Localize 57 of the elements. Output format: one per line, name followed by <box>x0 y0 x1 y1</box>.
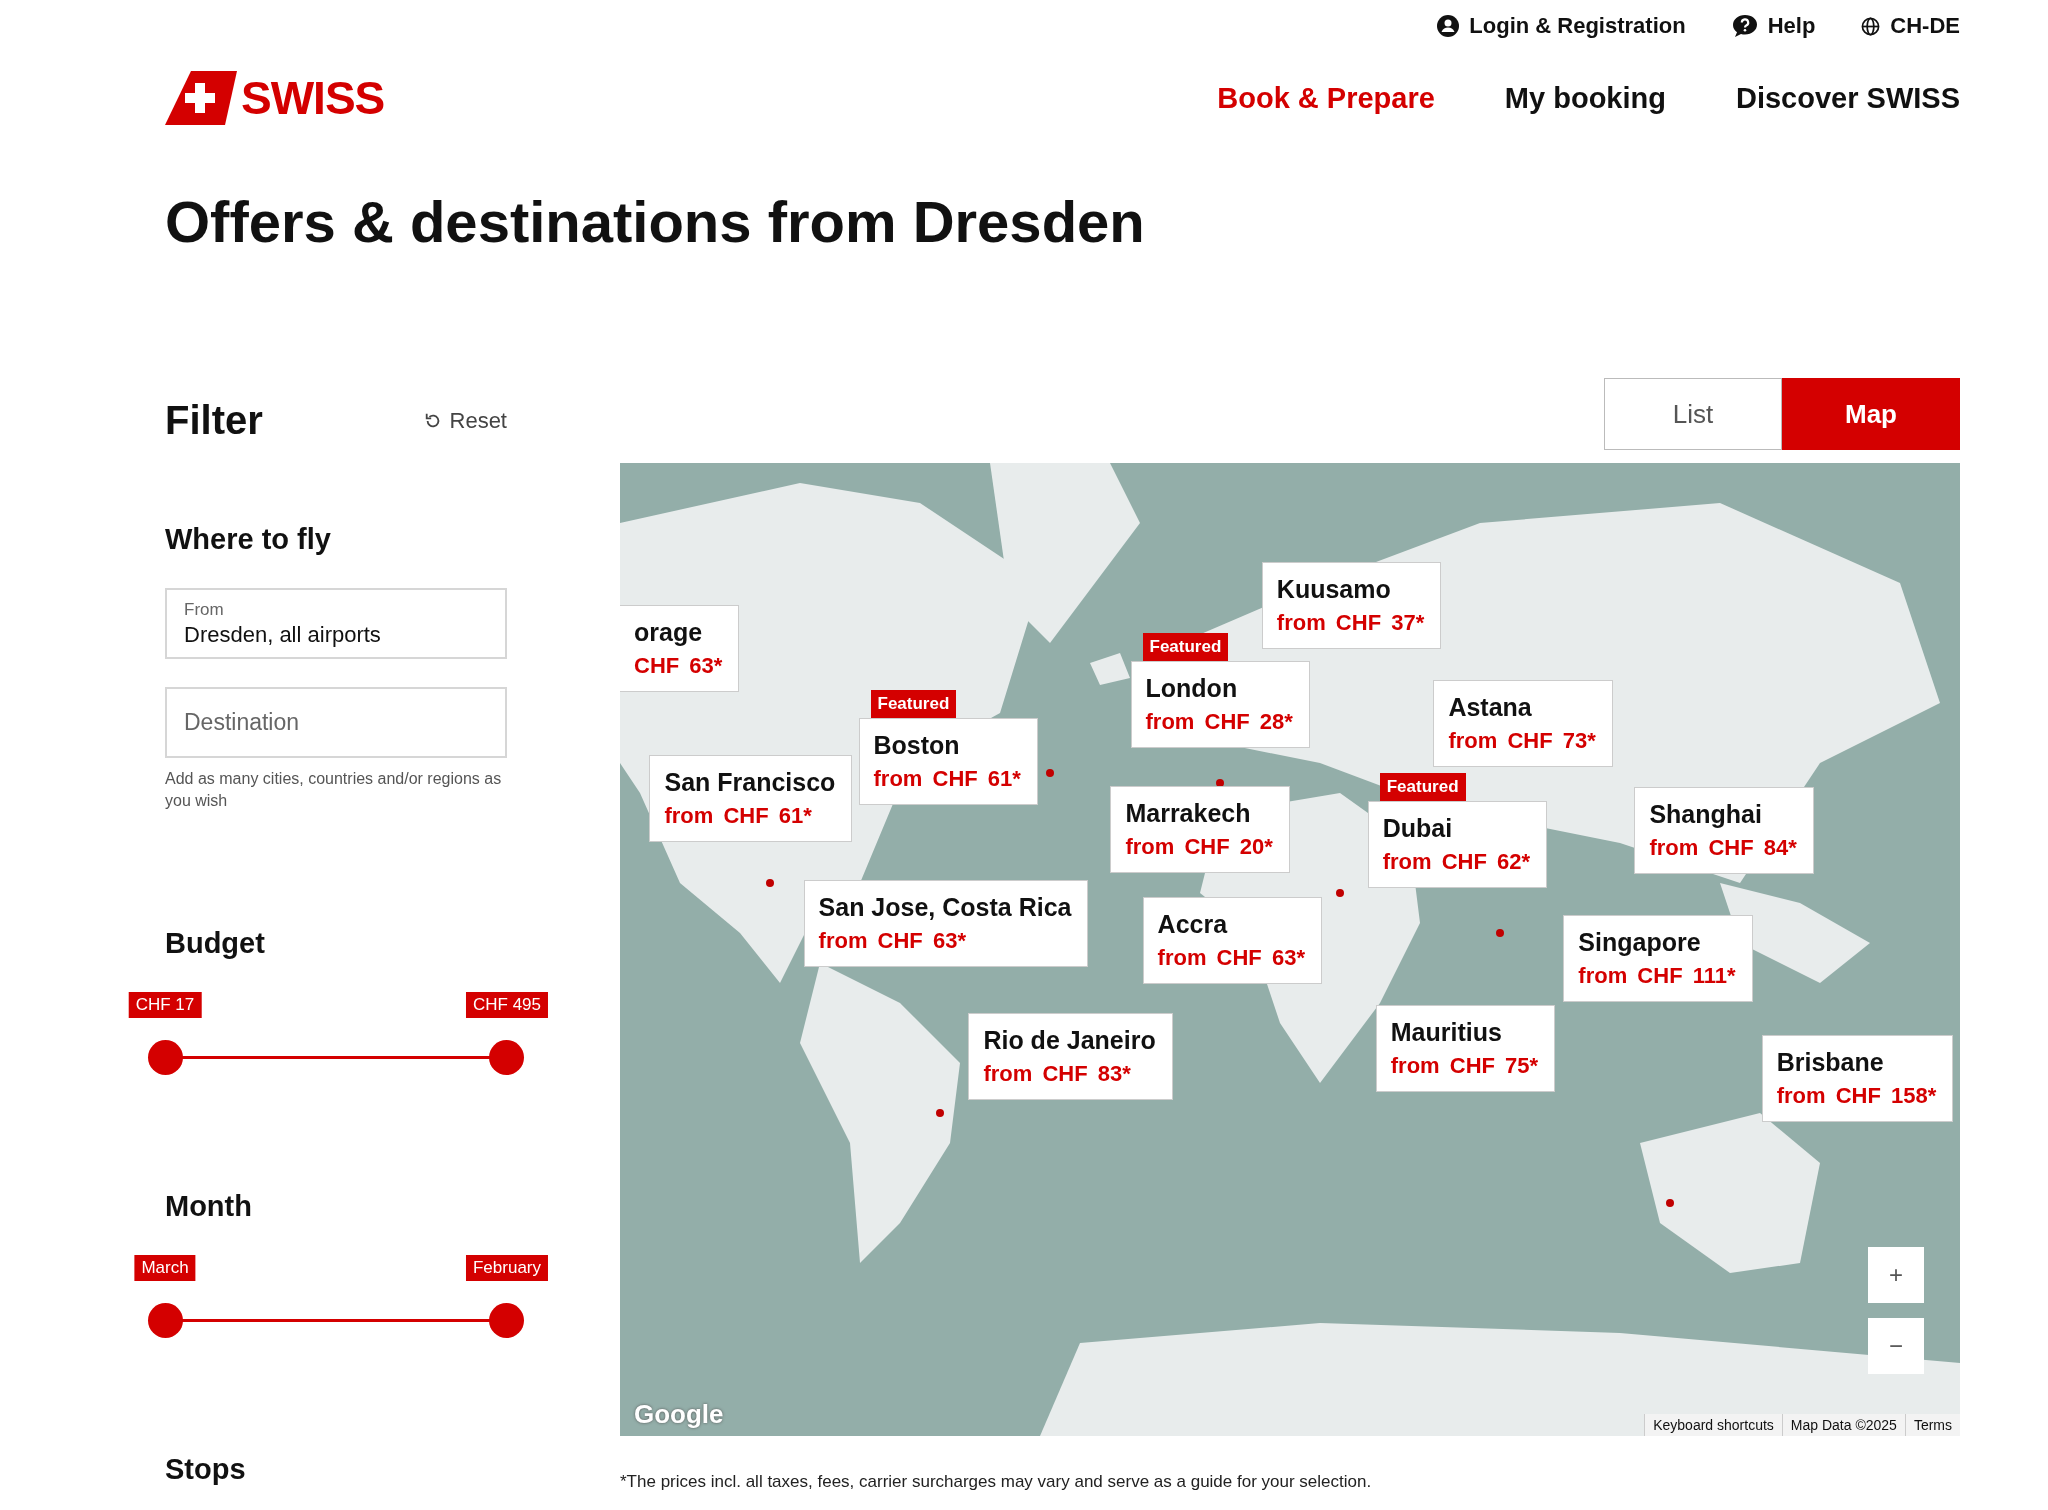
destination-marker[interactable]: San Jose, Costa Rica from CHF 63* <box>803 880 1089 968</box>
destination-marker[interactable]: Mauritius from CHF 75* <box>1375 1004 1556 1092</box>
user-icon <box>1437 15 1460 37</box>
section-heading: Where to fly <box>165 523 332 556</box>
destination-marker[interactable]: Boston from CHF 61* <box>858 717 1038 805</box>
destination-field[interactable]: Destination <box>165 687 507 758</box>
map-provider-logo: Google <box>634 1399 724 1430</box>
reset-icon <box>423 411 442 430</box>
range-start-label: CHF 17 <box>128 992 202 1018</box>
slider-handle[interactable] <box>148 1040 183 1075</box>
range-end-label: CHF 495 <box>466 992 548 1018</box>
hint-text: Add as many cities, countries and/or regions as you wish <box>165 769 503 811</box>
utility-link[interactable]: Login & Registration <box>1437 12 1686 40</box>
featured-badge: Featured <box>870 689 957 718</box>
featured-badge: Featured <box>1142 633 1229 662</box>
zoom-out-button[interactable]: − <box>1868 1318 1924 1374</box>
destination-marker[interactable]: Brisbane from CHF 158* <box>1761 1035 1954 1123</box>
destination-marker[interactable]: Shanghai from CHF 84* <box>1634 787 1814 874</box>
slider-handle[interactable] <box>148 1303 183 1338</box>
destination-marker[interactable]: London from CHF 28* <box>1130 661 1310 749</box>
attribution-link[interactable]: Keyboard shortcuts <box>1644 1414 1782 1436</box>
from-field[interactable]: From Dresden, all airports <box>165 588 507 659</box>
slider-handle[interactable] <box>489 1040 524 1075</box>
range-end-label: February <box>466 1255 548 1281</box>
section-heading: Budget <box>165 927 266 960</box>
destination-marker[interactable]: Singapore from CHF 111* <box>1563 915 1753 1003</box>
page-title: Offers & destinations from Dresden <box>165 188 1146 256</box>
section-heading: Stops <box>165 1453 247 1486</box>
filter-heading: Filter <box>165 398 263 443</box>
destination-marker[interactable]: Marrakech from CHF 20* <box>1110 786 1290 874</box>
cross-flag-icon <box>165 71 237 125</box>
attribution-link[interactable]: Terms <box>1904 1414 1960 1436</box>
destination-marker[interactable]: Dubai from CHF 62* <box>1367 800 1548 888</box>
nav-link[interactable]: My booking <box>1504 81 1666 115</box>
featured-badge: Featured <box>1379 772 1466 801</box>
view-tab[interactable]: Map <box>1782 378 1960 450</box>
globe-icon <box>1861 16 1881 36</box>
help-icon <box>1731 14 1758 38</box>
destination-marker[interactable]: orage CHF 63* <box>620 605 740 693</box>
destination-marker[interactable]: Astana from CHF 73* <box>1433 679 1613 767</box>
range-start-label: March <box>134 1255 196 1281</box>
zoom-in-button[interactable]: + <box>1868 1247 1924 1303</box>
view-tab[interactable]: List <box>1604 378 1782 450</box>
destination-marker[interactable]: San Francisco from CHF 61* <box>649 754 853 842</box>
logo[interactable]: SWISS <box>165 71 385 125</box>
destination-marker[interactable]: Kuusamo from CHF 37* <box>1261 562 1442 650</box>
nav-link[interactable]: Discover SWISS <box>1735 81 1960 115</box>
attribution-link[interactable]: Map Data ©2025 <box>1781 1414 1905 1436</box>
utility-link[interactable]: CH-DE <box>1861 12 1960 40</box>
reset-button[interactable]: Reset <box>423 407 507 434</box>
price-footnote: *The prices incl. all taxes, fees, carrier surcharges may vary and serve as a guide for your selection. <box>620 1472 1373 1492</box>
nav-link[interactable]: Book & Prepare <box>1217 81 1435 115</box>
slider-handle[interactable] <box>489 1303 524 1338</box>
section-heading: Month <box>165 1190 253 1223</box>
destination-marker[interactable]: Accra from CHF 63* <box>1142 896 1322 984</box>
utility-link[interactable]: Help <box>1731 12 1816 40</box>
destination-marker[interactable]: Rio de Janeiro from CHF 83* <box>968 1012 1173 1100</box>
